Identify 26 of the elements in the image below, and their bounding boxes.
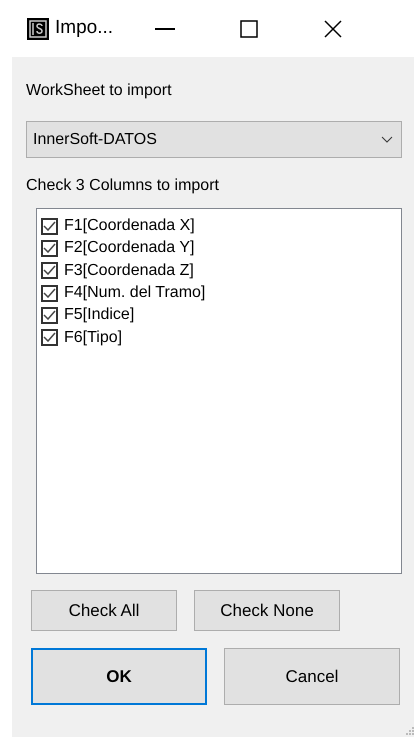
checkbox[interactable] [41,329,58,346]
app-icon [27,18,49,40]
column-label[interactable]: F6[Tipo] [64,326,122,350]
column-label[interactable]: F1[Coordenada X] [64,214,195,238]
window-title: Impo... [55,16,114,40]
checkbox[interactable] [41,262,58,280]
column-label[interactable]: F3[Coordenada Z] [64,258,194,283]
check-button[interactable]: Check All [31,590,177,631]
checkbox[interactable] [41,218,58,235]
check-button[interactable]: Check None [194,590,340,631]
chevron-icon [381,136,393,143]
column-label[interactable]: F5[Indice] [64,303,134,328]
cancel-button[interactable]: Cancel [224,648,400,705]
worksheet-dropdown[interactable]: InnerSoft-DATOS [26,121,402,158]
columns-label: Check 3 Columns to import [26,176,219,196]
checkbox[interactable] [41,284,58,302]
maximize-icon[interactable] [240,20,258,38]
minimize-icon[interactable] [155,28,176,30]
checkbox[interactable] [41,306,58,324]
checkbox[interactable] [41,240,58,257]
resize-grip-icon[interactable] [406,727,414,735]
column-label[interactable]: F2[Coordenada Y] [64,236,194,260]
column-label[interactable]: F4[Num. del Tramo] [64,281,206,306]
ok-button[interactable]: OK [31,648,207,705]
worksheet-label: WorkSheet to import [26,81,172,101]
close-icon[interactable] [323,18,344,38]
